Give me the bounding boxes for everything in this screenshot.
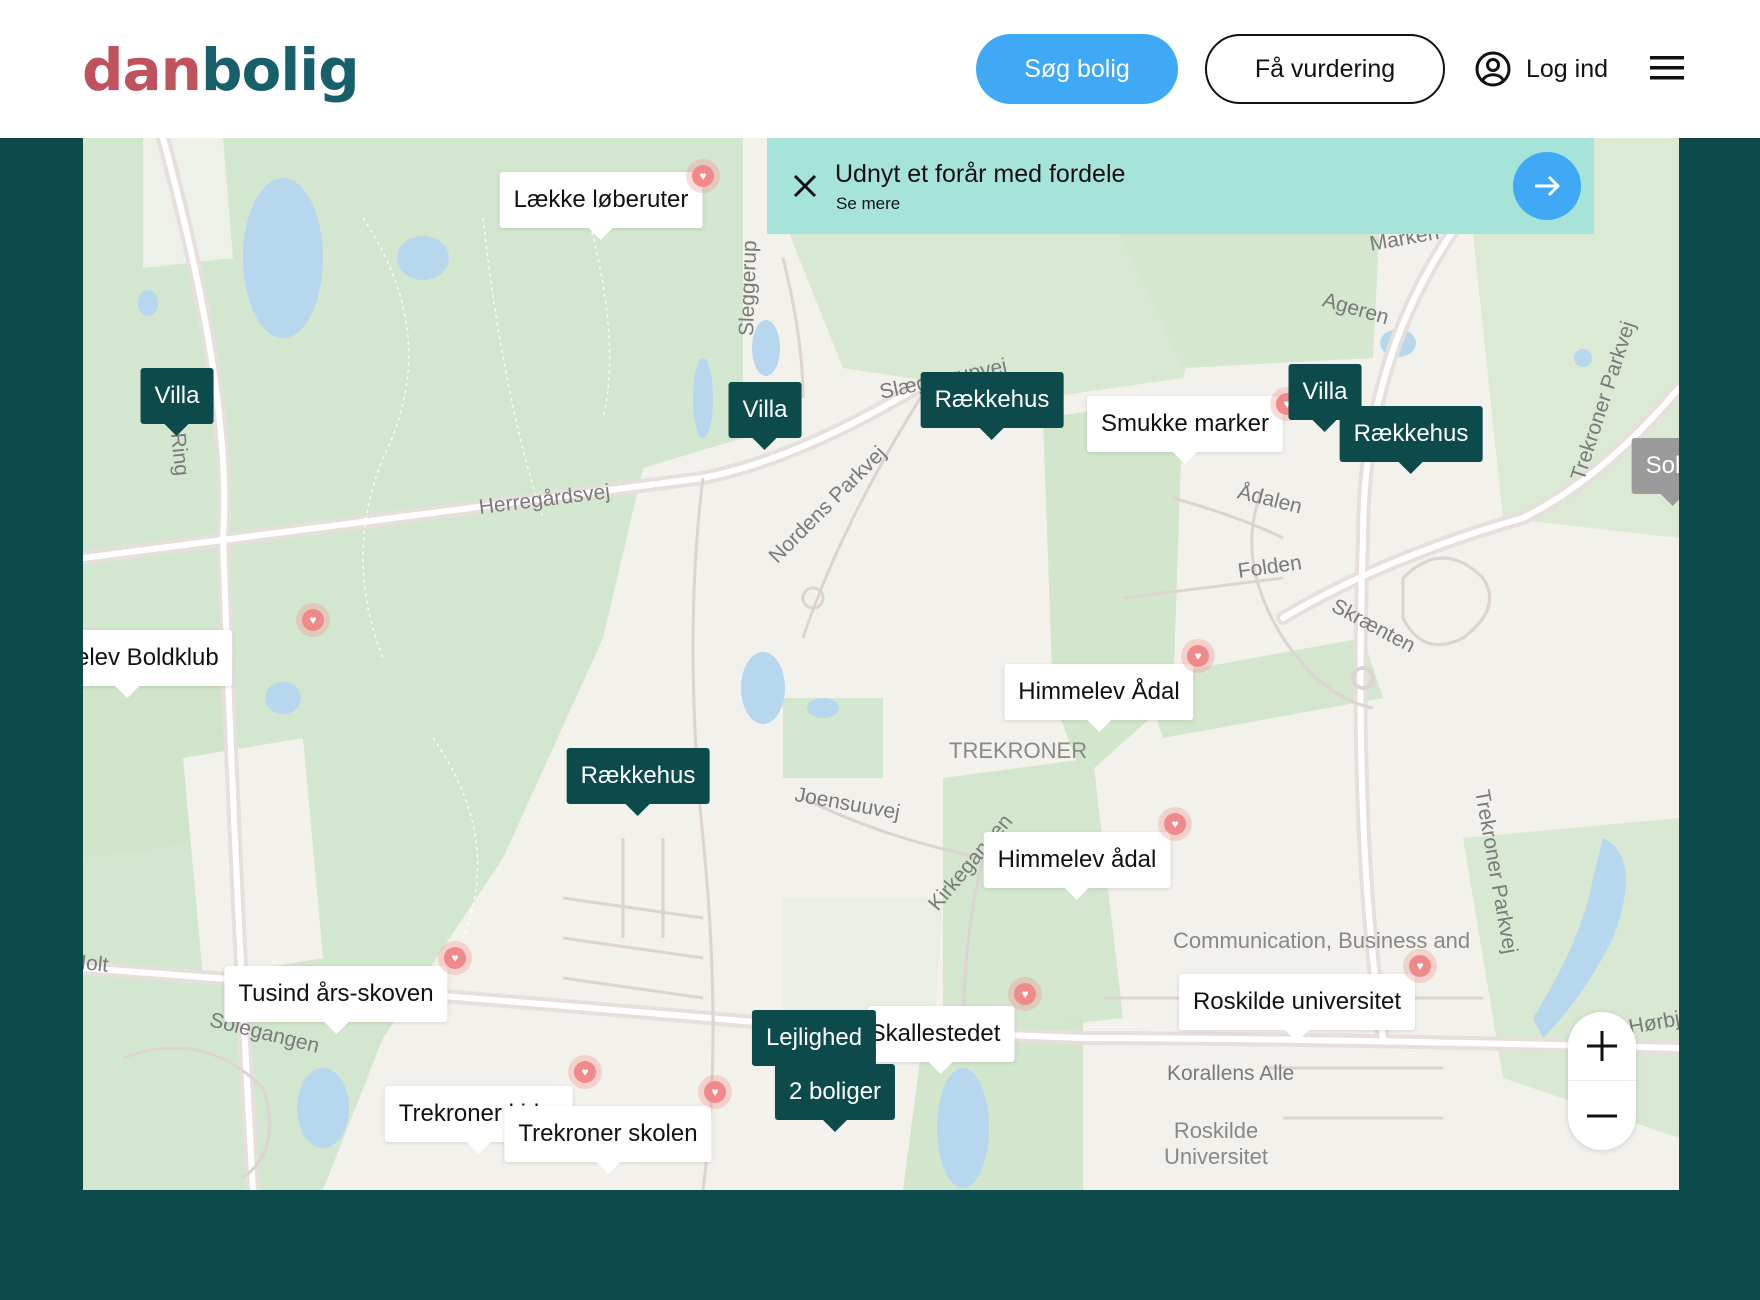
property-marker-villa[interactable]: Villa: [140, 368, 214, 436]
favorite-heart-icon[interactable]: ♥: [296, 603, 330, 637]
arrow-right-icon: [1535, 175, 1561, 197]
favorite-heart-icon[interactable]: ♥: [1403, 949, 1437, 983]
user-icon: [1475, 51, 1511, 87]
area-label-roskilde-universitet: Roskilde Universitet: [1164, 1118, 1268, 1169]
favorite-heart-icon[interactable]: ♥: [438, 941, 472, 975]
property-marker-raekkehus[interactable]: Rækkehus: [920, 372, 1064, 440]
danbolig-logo[interactable]: danbolig: [82, 30, 360, 110]
poi-marker[interactable]: Roskilde universitet: [1178, 974, 1416, 1042]
poi-marker[interactable]: Veddelev Boldklub: [83, 630, 233, 698]
map-canvas[interactable]: Østre Ring Sleggerup Slæggerupvej Marken…: [83, 138, 1679, 1190]
login-link[interactable]: Log ind: [1474, 48, 1608, 90]
poi-marker[interactable]: Himmelev Ådal: [1004, 664, 1194, 732]
property-marker-cluster[interactable]: 2 boliger: [774, 1064, 896, 1132]
login-label: Log ind: [1526, 54, 1609, 83]
poi-marker[interactable]: Trekroner skolen: [504, 1106, 712, 1174]
favorite-heart-icon[interactable]: ♥: [568, 1055, 602, 1089]
poi-marker[interactable]: Smukke marker: [1086, 396, 1284, 464]
favorite-heart-icon[interactable]: ♥: [1158, 807, 1192, 841]
poi-marker[interactable]: Tusind års-skoven: [224, 966, 448, 1034]
area-label-trekroner: TREKRONER: [949, 738, 1088, 763]
favorite-heart-icon[interactable]: ♥: [1008, 977, 1042, 1011]
favorite-heart-icon[interactable]: ♥: [698, 1075, 732, 1109]
street-label: Sleggerup: [735, 239, 762, 337]
zoom-in-button[interactable]: [1568, 1012, 1636, 1081]
property-marker-raekkehus[interactable]: Rækkehus: [1339, 406, 1483, 474]
promo-link[interactable]: Se mere: [836, 194, 900, 214]
poi-marker[interactable]: Himmelev ådal: [983, 832, 1171, 900]
zoom-out-button[interactable]: [1568, 1081, 1636, 1150]
search-property-button[interactable]: Søg bolig: [976, 34, 1178, 104]
promo-go-button[interactable]: [1513, 152, 1581, 220]
street-label: Holt: [83, 950, 110, 977]
property-marker-sold[interactable]: Solgt: [1631, 438, 1679, 506]
zoom-control: [1568, 1012, 1636, 1150]
site-header: danbolig Søg bolig Få vurdering Log ind: [0, 0, 1760, 138]
plus-icon: [1587, 1031, 1617, 1061]
promo-banner: Udnyt et forår med fordele Se mere: [767, 138, 1594, 234]
close-icon[interactable]: [787, 168, 823, 204]
hamburger-menu-icon[interactable]: [1650, 52, 1684, 84]
promo-title: Udnyt et forår med fordele: [835, 160, 1126, 188]
street-label: Korallens Alle: [1167, 1062, 1295, 1085]
get-valuation-button[interactable]: Få vurdering: [1205, 34, 1445, 104]
property-marker-villa[interactable]: Villa: [728, 382, 802, 450]
favorite-heart-icon[interactable]: ♥: [686, 159, 720, 193]
favorite-heart-icon[interactable]: ♥: [1181, 639, 1215, 673]
minus-icon: [1587, 1114, 1617, 1117]
property-marker-raekkehus[interactable]: Rækkehus: [566, 748, 710, 816]
poi-marker[interactable]: Lække løberuter: [499, 172, 703, 240]
